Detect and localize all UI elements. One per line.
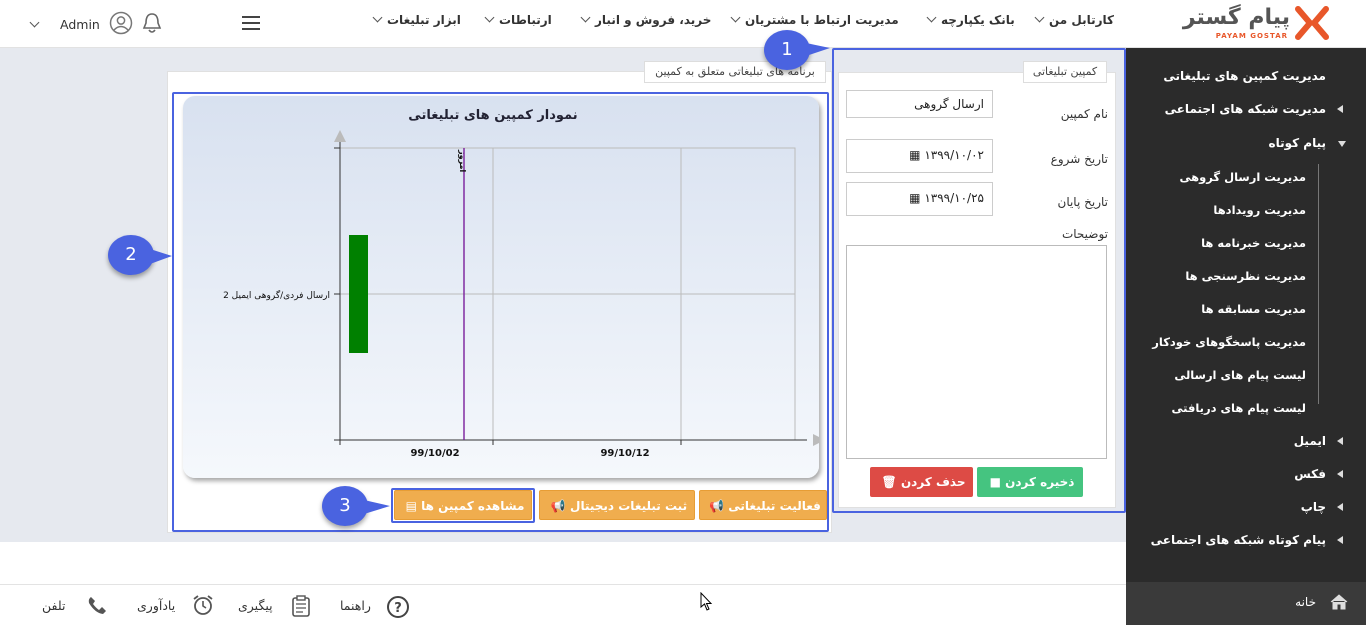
collapsed-arrow-icon — [1337, 437, 1343, 445]
home-label: خانه — [1295, 595, 1316, 609]
collapsed-arrow-icon — [1337, 503, 1343, 511]
sidebar: مدیریت کمپین های تبلیغاتی مدیریت شبکه ها… — [1126, 48, 1366, 625]
phone-link[interactable]: تلفن — [42, 598, 65, 613]
sidebar-item-campaigns[interactable]: مدیریت کمپین های تبلیغاتی — [1163, 69, 1326, 83]
clipboard-icon[interactable] — [291, 595, 311, 617]
submenu-line — [1318, 164, 1319, 404]
sidebar-sub-surveys[interactable]: مدیریت نظرسنجی ها — [1185, 269, 1306, 283]
followup-link[interactable]: پیگیری — [238, 598, 273, 613]
help-icon[interactable]: ? — [386, 595, 410, 619]
footer: ? راهنما پیگیری یادآوری تلفن — [0, 584, 1126, 625]
sidebar-item-fax[interactable]: فکس — [1294, 467, 1326, 481]
sidebar-item-social-sms[interactable]: پیام کوتاه شبکه های اجتماعی — [1151, 533, 1326, 547]
collapsed-arrow-icon — [1337, 105, 1343, 113]
sidebar-item-email[interactable]: ایمیل — [1294, 434, 1326, 448]
sidebar-sub-events[interactable]: مدیریت رویدادها — [1213, 203, 1306, 217]
sidebar-sub-auto-responders[interactable]: مدیریت پاسخگوهای خودکار — [1152, 335, 1306, 349]
sidebar-home[interactable]: خانه — [1126, 582, 1366, 625]
expanded-arrow-icon — [1338, 141, 1346, 147]
collapsed-arrow-icon — [1337, 536, 1343, 544]
sidebar-sub-sent-list[interactable]: لیست پیام های ارسالی — [1174, 368, 1306, 382]
collapsed-arrow-icon — [1337, 470, 1343, 478]
sidebar-item-sms[interactable]: پیام کوتاه — [1269, 136, 1326, 150]
svg-text:?: ? — [394, 601, 402, 616]
alarm-clock-icon[interactable] — [192, 594, 214, 616]
sidebar-sub-bulk-send[interactable]: مدیریت ارسال گروهی — [1180, 170, 1307, 184]
mouse-cursor-icon — [700, 592, 713, 611]
home-icon — [1330, 594, 1348, 610]
sidebar-sub-received-list[interactable]: لیست پیام های دریافتی — [1171, 401, 1306, 415]
sidebar-item-print[interactable]: چاپ — [1301, 500, 1326, 514]
reminder-link[interactable]: یادآوری — [137, 598, 175, 613]
sidebar-sub-contests[interactable]: مدیریت مسابقه ها — [1201, 302, 1306, 316]
sidebar-sub-newsletters[interactable]: مدیریت خبرنامه ها — [1201, 236, 1306, 250]
help-link[interactable]: راهنما — [340, 598, 371, 613]
phone-icon[interactable] — [87, 595, 107, 615]
sidebar-item-social[interactable]: مدیریت شبکه های اجتماعی — [1165, 102, 1326, 116]
